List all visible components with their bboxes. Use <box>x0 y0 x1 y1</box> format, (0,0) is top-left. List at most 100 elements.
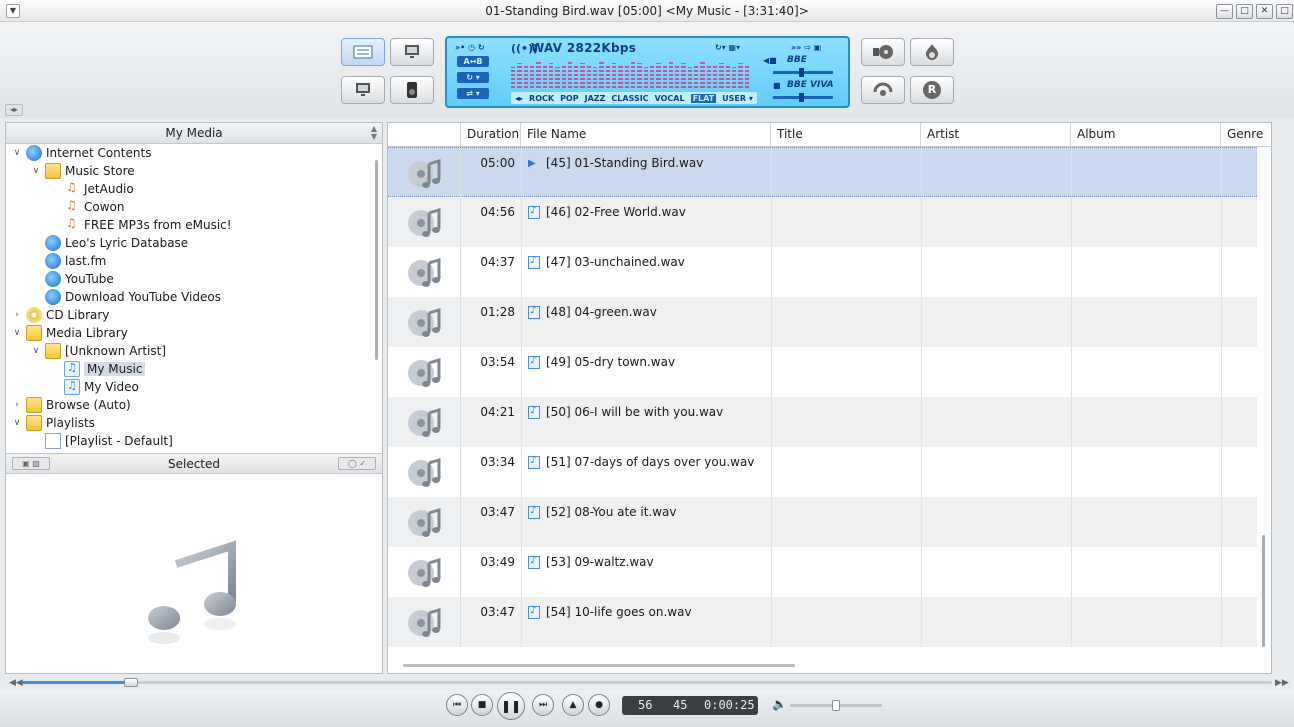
folder-icon <box>45 343 61 359</box>
eq-preset-user[interactable]: USER ▾ <box>722 94 753 103</box>
eq-preset-flat[interactable]: FLAT <box>690 93 717 103</box>
seek-back-icon[interactable]: ◀◀ <box>9 678 23 688</box>
pause-button[interactable]: ❚❚ <box>497 692 525 720</box>
burn-icon <box>926 44 938 60</box>
table-row[interactable]: 04:37 [47] 03-unchained.wav <box>388 247 1271 297</box>
eq-preset-classic[interactable]: CLASSIC <box>611 94 648 103</box>
next-button[interactable]: ⏭ <box>532 694 554 716</box>
column-header-genre[interactable]: Genre <box>1221 123 1271 147</box>
seek-thumb[interactable] <box>123 678 138 687</box>
sort-arrows-icon[interactable]: ▲ ▼ <box>371 125 377 141</box>
table-row[interactable]: 03:47 [54] 10-life goes on.wav <box>388 597 1271 647</box>
tree-item[interactable]: JetAudio <box>50 180 134 198</box>
table-row[interactable]: 01:28 [48] 04-green.wav <box>388 297 1271 347</box>
vertical-scrollbar[interactable] <box>1257 147 1271 673</box>
tree-item[interactable]: › Browse (Auto) <box>12 396 131 414</box>
eq-arrows-icon[interactable]: ◂▸ <box>515 94 523 103</box>
expand-toggle-icon[interactable]: ∨ <box>31 166 41 176</box>
column-separator <box>921 247 922 297</box>
tree-item[interactable]: [Playlist - Default] <box>31 432 173 450</box>
column-header-artist[interactable]: Artist <box>921 123 1071 147</box>
cd-rip-button[interactable] <box>861 38 905 66</box>
record-button[interactable]: R <box>910 76 954 104</box>
table-row[interactable]: 03:34 [51] 07-days of days over you.wav <box>388 447 1271 497</box>
column-header-album[interactable]: Album <box>1071 123 1221 147</box>
ab-repeat-button[interactable]: A↔B <box>457 56 489 67</box>
column-separator <box>771 247 772 297</box>
loop-mode-button[interactable]: ↻ ▾ <box>457 72 489 83</box>
tree-item[interactable]: ∨ Playlists <box>12 414 95 432</box>
my-media-header[interactable]: My Media ▲ ▼ <box>6 123 382 144</box>
eq-preset-pop[interactable]: POP <box>560 94 579 103</box>
mini-mode-button[interactable]: □ <box>1276 4 1293 19</box>
minimize-button[interactable]: — <box>1216 4 1233 19</box>
collapse-toggle-icon[interactable]: ◂▸ <box>5 104 23 116</box>
stop-button[interactable]: ■ <box>471 694 493 716</box>
tree-scrollbar[interactable] <box>372 144 382 453</box>
tree-item[interactable]: ∨ Media Library <box>12 324 128 342</box>
shuffle-mode-button[interactable]: ⇄ ▾ <box>457 88 489 99</box>
burn-button[interactable] <box>910 38 954 66</box>
table-row[interactable]: 04:21 [50] 06-I will be with you.wav <box>388 397 1271 447</box>
bbe-slider[interactable] <box>773 68 833 77</box>
column-header-file-name[interactable]: File Name <box>521 123 771 147</box>
track-duration: 04:56 <box>480 205 515 219</box>
selected-options-button[interactable]: ◯ ✓ <box>338 457 376 470</box>
bbe-viva-toggle[interactable]: ■ <box>773 81 781 90</box>
eject-button[interactable]: ● <box>588 694 610 716</box>
view-toggle-button[interactable]: ▣ ▧ <box>12 457 50 470</box>
expand-toggle-icon[interactable]: ∨ <box>12 328 22 338</box>
media-center-button[interactable] <box>341 38 385 66</box>
repeat-mode-icon[interactable]: ↻▾ ▦▾ <box>715 43 740 52</box>
tree-item[interactable]: last.fm <box>31 252 106 270</box>
device-button[interactable] <box>390 76 434 104</box>
eq-preset-rock[interactable]: ROCK <box>529 94 554 103</box>
eq-preset-jazz[interactable]: JAZZ <box>585 94 606 103</box>
tree-item[interactable]: Download YouTube Videos <box>31 288 221 306</box>
column-header-duration[interactable]: Duration <box>461 123 521 147</box>
expand-toggle-icon[interactable]: ∨ <box>12 148 22 158</box>
table-row[interactable]: 03:49 [53] 09-waltz.wav <box>388 547 1271 597</box>
seek-bar[interactable] <box>22 678 1272 687</box>
tree-item[interactable]: FREE MP3s from eMusic! <box>50 216 232 234</box>
tree-item[interactable]: ∨ [Unknown Artist] <box>31 342 166 360</box>
screen-mode-button[interactable] <box>341 76 385 104</box>
volume-slider[interactable] <box>790 700 882 711</box>
expand-toggle-icon[interactable]: › <box>12 400 22 410</box>
track-duration: 03:34 <box>480 455 515 469</box>
seek-forward-icon[interactable]: ▶▶ <box>1275 678 1289 688</box>
tree-item[interactable]: My Video <box>50 378 139 396</box>
eq-preset-vocal[interactable]: VOCAL <box>655 94 685 103</box>
tree-item[interactable]: YouTube <box>31 270 114 288</box>
bbe-viva-slider[interactable] <box>773 93 833 102</box>
expand-toggle-icon[interactable]: ∨ <box>12 418 22 428</box>
table-row[interactable]: 05:00 ▶ [45] 01-Standing Bird.wav <box>388 147 1271 198</box>
bbe-toggle[interactable]: ◀■ <box>763 56 777 65</box>
volume-thumb[interactable] <box>832 700 840 711</box>
column-header-title[interactable]: Title <box>771 123 921 147</box>
tree-item[interactable]: My Music <box>50 360 146 378</box>
column-header-thumbnail[interactable] <box>388 123 461 147</box>
tree-item[interactable]: ∨ Music Store <box>31 162 135 180</box>
table-row[interactable]: 03:47 [52] 08-You ate it.wav <box>388 497 1271 547</box>
horizontal-scrollbar[interactable] <box>403 664 795 667</box>
video-mode-button[interactable] <box>390 38 434 66</box>
tree-item[interactable]: Cowon <box>50 198 124 216</box>
tree-item[interactable]: ∨ Internet Contents <box>12 144 151 162</box>
spectrum-visualizer <box>511 58 749 88</box>
table-row[interactable]: 03:54 [49] 05-dry town.wav <box>388 347 1271 397</box>
expand-toggle-icon[interactable]: ∨ <box>31 346 41 356</box>
tree-item[interactable]: Leo's Lyric Database <box>31 234 188 252</box>
maximize-button[interactable]: □ <box>1236 4 1253 19</box>
title-bar: ▼ 01-Standing Bird.wav [05:00] <My Music… <box>0 0 1294 22</box>
toolbar: »• ◷ ↻ WAV 2822Kbps ((•)) ↻▾ ▦▾ »» ⇨ ▣ A… <box>0 22 1294 118</box>
open-button[interactable]: ▲ <box>562 694 584 716</box>
volume-icon[interactable]: 🔈 <box>772 697 787 711</box>
previous-button[interactable]: ⏮ <box>446 694 468 716</box>
close-button[interactable]: ✕ <box>1256 4 1273 19</box>
column-separator <box>771 197 772 247</box>
convert-button[interactable] <box>861 76 905 104</box>
tree-item[interactable]: › CD Library <box>12 306 109 324</box>
expand-toggle-icon[interactable]: › <box>12 310 22 320</box>
table-row[interactable]: 04:56 [46] 02-Free World.wav <box>388 197 1271 247</box>
